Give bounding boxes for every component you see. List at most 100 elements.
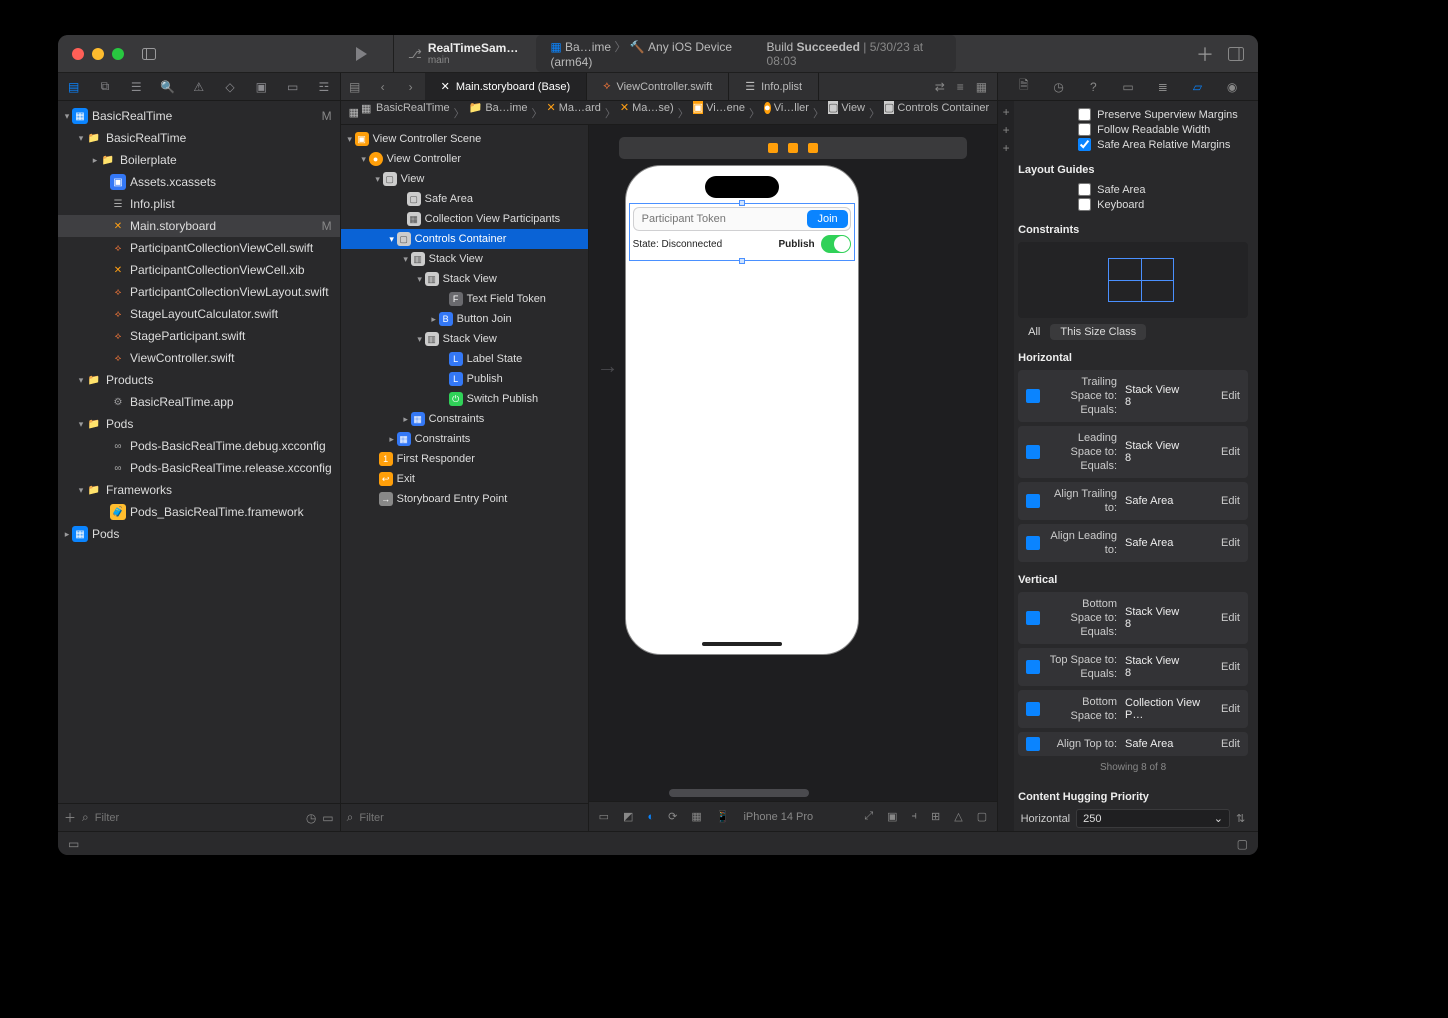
close-icon[interactable] — [72, 48, 84, 60]
publish-toggle[interactable] — [821, 235, 851, 253]
tree-row-pods[interactable]: ▾📁Pods — [58, 413, 340, 435]
embed-in-icon[interactable]: ▢ — [977, 810, 987, 823]
join-button[interactable]: Join — [807, 210, 847, 228]
jump-seg[interactable]: Ba…ime — [485, 102, 527, 114]
tab-nav-prev[interactable]: ‹ — [369, 73, 397, 100]
edit-button[interactable]: Edit — [1221, 495, 1240, 507]
device-icon[interactable]: 📱 — [716, 810, 730, 823]
interface-builder-canvas[interactable]: → Join — [589, 125, 998, 831]
tree-row-swift[interactable]: ⟡StageParticipant.swift — [58, 325, 340, 347]
constraint-row[interactable]: Bottom Space to:Collection View P…Edit — [1018, 690, 1248, 728]
tab-infoplist[interactable]: ☰Info.plist — [729, 73, 819, 100]
tree-row-storyboard[interactable]: ✕Main.storyboardM — [58, 215, 340, 237]
zoom-icon[interactable] — [112, 48, 124, 60]
tree-row-swift[interactable]: ⟡ParticipantCollectionViewCell.swift — [58, 237, 340, 259]
adjust-icon[interactable]: ◩ — [623, 810, 633, 823]
exit-dock-icon[interactable] — [808, 143, 818, 153]
jump-seg[interactable]: Ma…ard — [559, 102, 601, 114]
constraint-row[interactable]: Leading Space to:Equals:Stack View8Edit — [1018, 426, 1248, 478]
tree-row-pods-project[interactable]: ▸▦Pods — [58, 523, 340, 545]
outline-constraints[interactable]: ▸▦Constraints — [341, 409, 588, 429]
jump-seg[interactable]: Vi…ene — [706, 102, 745, 114]
device-label[interactable]: iPhone 14 Pro — [743, 811, 813, 823]
help-inspector-icon[interactable]: ? — [1084, 80, 1102, 94]
jump-seg[interactable]: Ma…se) — [632, 102, 674, 114]
tree-row-framework[interactable]: 🧳Pods_BasicRealTime.framework — [58, 501, 340, 523]
tree-row-assets[interactable]: ▣Assets.xcassets — [58, 171, 340, 193]
tree-row-app[interactable]: ⚙BasicRealTime.app — [58, 391, 340, 413]
filter-input[interactable] — [95, 812, 300, 824]
history-inspector-icon[interactable]: ◷ — [1050, 80, 1068, 94]
constraint-row[interactable]: Align Top to:Safe AreaEdit — [1018, 732, 1248, 756]
tab-nav-back[interactable]: ▤ — [341, 73, 369, 100]
outline-exit[interactable]: ↩Exit — [341, 469, 588, 489]
outline-scene[interactable]: ▾▣View Controller Scene — [341, 129, 588, 149]
tab-storyboard[interactable]: ✕Main.storyboard (Base) — [425, 73, 588, 100]
size-class-segmented[interactable]: All This Size Class — [1018, 324, 1248, 340]
jump-seg[interactable]: View — [841, 102, 865, 114]
constraints-diagram[interactable] — [1018, 242, 1248, 318]
tree-row-project[interactable]: ▾▦BasicRealTimeM — [58, 105, 340, 127]
symbol-navigator-icon[interactable]: ☰ — [127, 80, 145, 94]
report-navigator-icon[interactable]: ☲ — [315, 80, 333, 94]
tree-row-xcconfig[interactable]: ∞Pods-BasicRealTime.release.xcconfig — [58, 457, 340, 479]
tree-row-swift[interactable]: ⟡ParticipantCollectionViewLayout.swift — [58, 281, 340, 303]
sidebar-toggle-icon[interactable] — [142, 47, 156, 61]
breakpoint-navigator-icon[interactable]: ▭ — [284, 80, 302, 94]
resize-handle[interactable] — [739, 258, 745, 264]
outline-tree[interactable]: ▾▣View Controller Scene ▾●View Controlle… — [341, 125, 588, 803]
project-tree[interactable]: ▾▦BasicRealTimeM ▾📁BasicRealTime ▸📁Boile… — [58, 101, 340, 803]
align-icon[interactable]: ⫞ — [912, 810, 918, 823]
clock-icon[interactable]: ◷ — [306, 811, 316, 825]
constraint-row[interactable]: Trailing Space to:Equals:Stack View8Edit — [1018, 370, 1248, 422]
tree-row-group[interactable]: ▾📁BasicRealTime — [58, 127, 340, 149]
resize-handle[interactable] — [739, 200, 745, 206]
run-button[interactable] — [356, 47, 367, 61]
jump-seg[interactable]: Controls Container — [897, 102, 989, 114]
tree-row-frameworks[interactable]: ▾📁Frameworks — [58, 479, 340, 501]
layout-icon[interactable]: ▦ — [691, 810, 701, 823]
edit-button[interactable]: Edit — [1221, 738, 1240, 750]
outline-textfield[interactable]: FText Field Token — [341, 289, 588, 309]
constraint-row[interactable]: Align Leading to:Safe AreaEdit — [1018, 524, 1248, 562]
filter-icon[interactable]: ⌕ — [347, 810, 354, 825]
add-editor-icon[interactable]: ▦ — [976, 80, 987, 94]
participant-token-input[interactable] — [634, 213, 806, 225]
edit-button[interactable]: Edit — [1221, 612, 1240, 624]
outline-view[interactable]: ▾▢View — [341, 169, 588, 189]
pin-icon[interactable]: ⊞ — [931, 810, 940, 823]
constraint-row[interactable]: Align Trailing to:Safe AreaEdit — [1018, 482, 1248, 520]
scheme-selector[interactable]: ⎇ RealTimeSam… main — [408, 41, 518, 66]
activity-view[interactable]: ▦ Ba…ime 〉 🔨 Any iOS Device (arm64) Buil… — [536, 35, 956, 72]
edit-button[interactable]: Edit — [1221, 661, 1240, 673]
resolve-icon[interactable]: △ — [954, 810, 962, 823]
outline-vc[interactable]: ▾●View Controller — [341, 149, 588, 169]
edit-button[interactable]: Edit — [1221, 703, 1240, 715]
outline-label[interactable]: LLabel State — [341, 349, 588, 369]
attributes-inspector-icon[interactable]: ≣ — [1154, 80, 1172, 94]
preserve-margins-checkbox[interactable]: Preserve Superview Margins — [1018, 107, 1248, 122]
tab-nav-next[interactable]: › — [397, 73, 425, 100]
scene-dock[interactable] — [619, 137, 968, 159]
issue-navigator-icon[interactable]: ⚠ — [190, 80, 208, 94]
add-icon[interactable]: ＋ — [64, 809, 76, 826]
seg-all[interactable]: All — [1018, 324, 1050, 340]
first-responder-dock-icon[interactable] — [788, 143, 798, 153]
library-button[interactable]: ＋ — [1196, 41, 1214, 67]
edit-button[interactable]: Edit — [1221, 537, 1240, 549]
tab-viewcontroller[interactable]: ⟡ViewController.swift — [587, 73, 729, 100]
debug-navigator-icon[interactable]: ▣ — [252, 80, 270, 94]
outline-stackview[interactable]: ▾▥Stack View — [341, 269, 588, 289]
jump-seg[interactable]: BasicRealTime — [376, 102, 450, 114]
outline-safearea[interactable]: ▢Safe Area — [341, 189, 588, 209]
embed-icon[interactable]: ▣ — [887, 810, 897, 823]
tree-row-plist[interactable]: ☰Info.plist — [58, 193, 340, 215]
debug-area-toggle-icon[interactable]: ▭ — [68, 837, 79, 851]
inspector-toggle-icon[interactable] — [1228, 47, 1244, 61]
outline-toggle-icon[interactable]: ▭ — [599, 810, 609, 823]
file-inspector-icon[interactable]: 🗎 — [1015, 76, 1033, 97]
tree-row-xib[interactable]: ✕ParticipantCollectionViewCell.xib — [58, 259, 340, 281]
stepper-icon[interactable]: ⇅ — [1236, 812, 1248, 825]
outline-constraints[interactable]: ▸▦Constraints — [341, 429, 588, 449]
chp-horizontal-field[interactable]: Horizontal250⌄⇅ — [1018, 809, 1248, 828]
